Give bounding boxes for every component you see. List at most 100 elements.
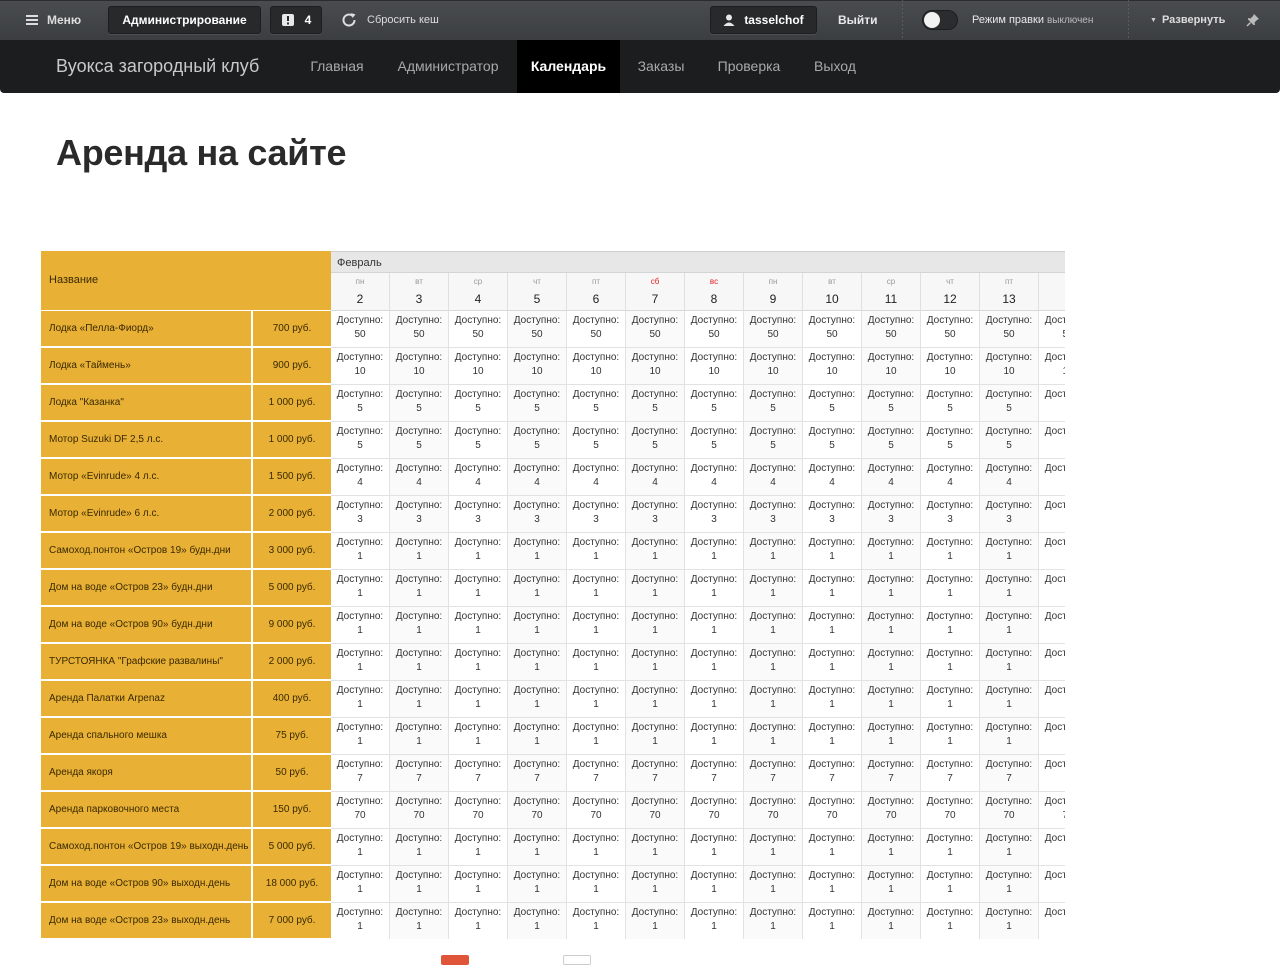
availability-cell[interactable]: Доступно: 1 [685, 681, 744, 718]
availability-cell[interactable]: Доступно: 1 [508, 533, 567, 570]
nav-item-calendar[interactable]: Календарь [517, 40, 620, 93]
availability-cell[interactable]: Доступно: 1 [331, 866, 390, 903]
availability-cell[interactable]: Доступно: 1 [390, 533, 449, 570]
availability-cell[interactable]: Доступно: 1 [449, 718, 508, 755]
availability-cell[interactable]: Доступно: 5 [685, 385, 744, 422]
availability-cell[interactable]: Доступно: 1 [567, 829, 626, 866]
availability-cell[interactable]: Доступно: 1 [508, 866, 567, 903]
availability-cell[interactable]: Доступно: 7 [449, 755, 508, 792]
availability-cell[interactable]: Доступно: 1 [921, 533, 980, 570]
availability-cell[interactable]: Доступно: 1 [862, 718, 921, 755]
availability-cell[interactable]: Доступно: 5 [862, 385, 921, 422]
availability-cell[interactable]: Доступно: 1 [744, 681, 803, 718]
rental-item-name[interactable]: ТУРСТОЯНКА "Графские развалины" [41, 644, 252, 680]
rental-item-name[interactable]: Дом на воде «Остров 23» будн.дни [41, 570, 252, 606]
availability-cell[interactable]: Доступно: 4 [390, 459, 449, 496]
availability-cell[interactable]: Доступно: 1 [331, 718, 390, 755]
availability-cell[interactable]: Доступно: 5 [744, 385, 803, 422]
availability-cell[interactable]: Доступно: 1 [390, 644, 449, 681]
availability-cell[interactable]: Доступно: 5 [862, 422, 921, 459]
availability-cell[interactable]: Доступно: 1 [626, 570, 685, 607]
availability-cell[interactable]: Доступно: 1 [980, 644, 1039, 681]
rental-item-name[interactable]: Лодка "Казанка" [41, 385, 252, 421]
availability-cell[interactable]: Доступно: 1 [980, 533, 1039, 570]
availability-cell[interactable]: Доступно: 1 [685, 644, 744, 681]
availability-cell[interactable]: Доступно: 1 [862, 607, 921, 644]
availability-cell[interactable]: Доступно: 1 [921, 607, 980, 644]
availability-cell[interactable]: Доступно: 1 [980, 829, 1039, 866]
availability-cell[interactable]: Доступно: 5 [331, 422, 390, 459]
availability-cell[interactable]: Доступно: 5 [626, 385, 685, 422]
availability-cell[interactable]: Доступно: 1 [921, 829, 980, 866]
availability-cell[interactable]: Доступно: 1 [803, 644, 862, 681]
availability-cell[interactable]: Доступно: 1 [567, 903, 626, 939]
availability-cell[interactable]: Доступно: 3 [1039, 496, 1065, 533]
nav-item-check[interactable]: Проверка [706, 40, 792, 93]
availability-cell[interactable]: Доступно: 4 [862, 459, 921, 496]
availability-cell[interactable]: Доступно: 1 [1039, 570, 1065, 607]
availability-cell[interactable]: Доступно: 10 [803, 348, 862, 385]
availability-cell[interactable]: Доступно: 50 [449, 311, 508, 348]
availability-cell[interactable]: Доступно: 5 [685, 422, 744, 459]
availability-cell[interactable]: Доступно: 1 [744, 903, 803, 939]
availability-cell[interactable]: Доступно: 10 [508, 348, 567, 385]
availability-cell[interactable]: Доступно: 10 [862, 348, 921, 385]
availability-cell[interactable]: Доступно: 1 [449, 607, 508, 644]
availability-cell[interactable]: Доступно: 1 [567, 681, 626, 718]
availability-cell[interactable]: Доступно: 1 [980, 607, 1039, 644]
availability-cell[interactable]: Доступно: 4 [803, 459, 862, 496]
availability-cell[interactable]: Доступно: 70 [921, 792, 980, 829]
availability-cell[interactable]: Доступно: 1 [626, 533, 685, 570]
availability-cell[interactable]: Доступно: 1 [508, 607, 567, 644]
availability-cell[interactable]: Доступно: 1 [508, 644, 567, 681]
availability-cell[interactable]: Доступно: 3 [449, 496, 508, 533]
availability-cell[interactable]: Доступно: 1 [331, 644, 390, 681]
rental-item-name[interactable]: Самоход.понтон «Остров 19» будн.дни [41, 533, 252, 569]
availability-cell[interactable]: Доступно: 1 [803, 903, 862, 939]
availability-cell[interactable]: Доступно: 50 [685, 311, 744, 348]
availability-cell[interactable]: Доступно: 1 [744, 533, 803, 570]
availability-cell[interactable]: Доступно: 1 [803, 533, 862, 570]
availability-cell[interactable]: Доступно: 7 [862, 755, 921, 792]
availability-cell[interactable]: Доступно: 1 [862, 903, 921, 939]
availability-cell[interactable]: Доступно: 7 [803, 755, 862, 792]
availability-cell[interactable]: Доступно: 1 [331, 681, 390, 718]
availability-cell[interactable]: Доступно: 5 [921, 422, 980, 459]
availability-cell[interactable]: Доступно: 1 [626, 718, 685, 755]
availability-cell[interactable]: Доступно: 1 [626, 829, 685, 866]
availability-cell[interactable]: Доступно: 10 [744, 348, 803, 385]
rental-item-name[interactable]: Аренда спального мешка [41, 718, 252, 754]
availability-cell[interactable]: Доступно: 70 [508, 792, 567, 829]
availability-cell[interactable]: Доступно: 1 [803, 570, 862, 607]
nav-item-home[interactable]: Главная [296, 40, 378, 93]
availability-cell[interactable]: Доступно: 1 [626, 903, 685, 939]
availability-cell[interactable]: Доступно: 70 [685, 792, 744, 829]
availability-cell[interactable]: Доступно: 50 [508, 311, 567, 348]
availability-cell[interactable]: Доступно: 50 [567, 311, 626, 348]
availability-cell[interactable]: Доступно: 1 [980, 903, 1039, 939]
availability-cell[interactable]: Доступно: 10 [331, 348, 390, 385]
logout-button[interactable]: Выйти [838, 0, 878, 40]
availability-cell[interactable]: Доступно: 70 [980, 792, 1039, 829]
availability-cell[interactable]: Доступно: 1 [921, 570, 980, 607]
nav-item-administrator[interactable]: Администратор [386, 40, 510, 93]
clear-cache-button[interactable]: Сбросить кеш [340, 0, 439, 40]
availability-cell[interactable]: Доступно: 50 [862, 311, 921, 348]
availability-cell[interactable]: Доступно: 1 [390, 681, 449, 718]
availability-cell[interactable]: Доступно: 1 [390, 829, 449, 866]
availability-cell[interactable]: Доступно: 1 [449, 644, 508, 681]
availability-cell[interactable]: Доступно: 1 [390, 570, 449, 607]
availability-cell[interactable]: Доступно: 3 [508, 496, 567, 533]
availability-cell[interactable]: Доступно: 5 [744, 422, 803, 459]
availability-cell[interactable]: Доступно: 1 [567, 533, 626, 570]
availability-cell[interactable]: Доступно: 4 [331, 459, 390, 496]
availability-cell[interactable]: Доступно: 4 [626, 459, 685, 496]
pin-button[interactable] [1246, 0, 1260, 40]
availability-cell[interactable]: Доступно: 1 [685, 718, 744, 755]
availability-cell[interactable]: Доступно: 1 [685, 533, 744, 570]
availability-cell[interactable]: Доступно: 1 [449, 570, 508, 607]
availability-cell[interactable]: Доступно: 7 [626, 755, 685, 792]
availability-cell[interactable]: Доступно: 5 [390, 385, 449, 422]
availability-cell[interactable]: Доступно: 3 [626, 496, 685, 533]
availability-cell[interactable]: Доступно: 50 [390, 311, 449, 348]
